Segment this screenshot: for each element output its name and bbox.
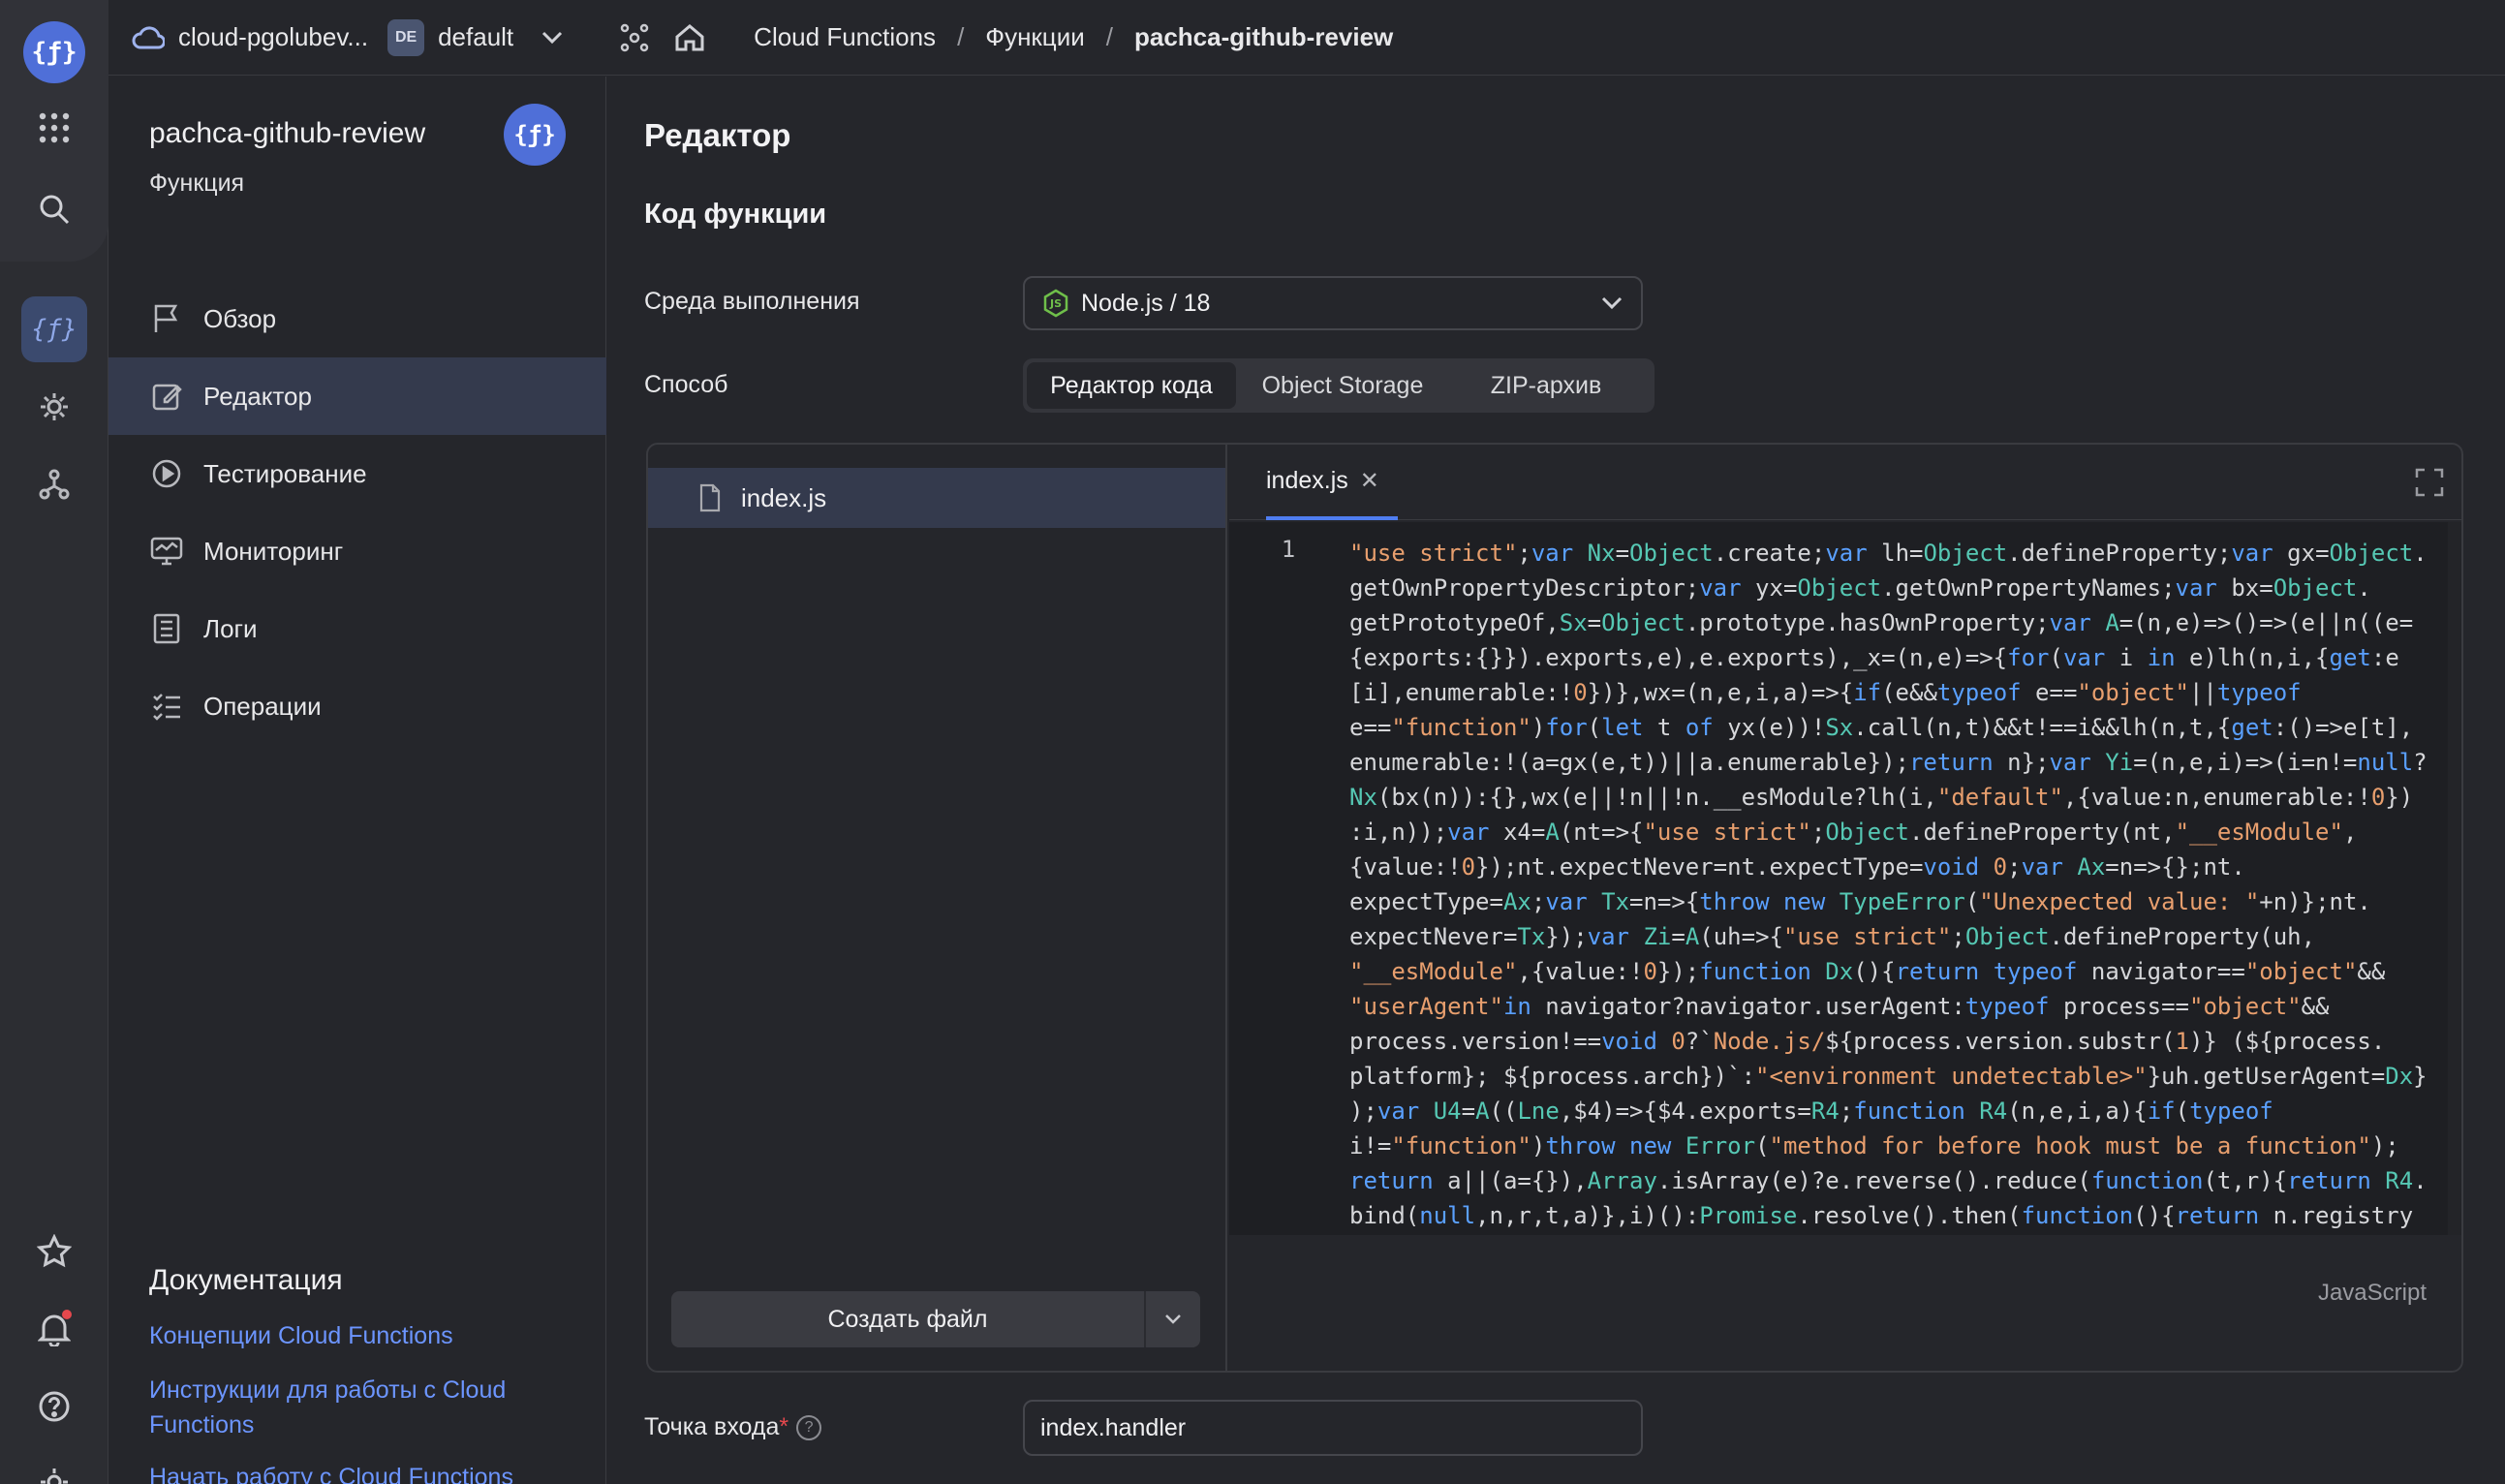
chevron-down-icon — [1165, 1314, 1181, 1324]
breadcrumb-functions[interactable]: Функции — [985, 22, 1084, 52]
settings-icon[interactable] — [21, 1449, 87, 1484]
top-bar: cloud-pgolubev... DE default Cloud Funct… — [108, 0, 2505, 76]
section-title: Код функции — [644, 199, 827, 230]
function-subtitle: Функция — [149, 170, 245, 197]
method-segmented-control: Редактор кода Object Storage ZIP-архив — [1023, 358, 1655, 413]
method-label: Способ — [644, 371, 728, 398]
chevron-down-icon — [542, 31, 563, 44]
star-icon[interactable] — [21, 1219, 87, 1284]
fullscreen-icon[interactable] — [2415, 468, 2444, 502]
cloud-selector[interactable]: cloud-pgolubev... — [132, 22, 368, 52]
docs-link-instructions[interactable]: Инструкции для работы с Cloud Functions — [149, 1373, 556, 1442]
code-pane: index.js ✕ 1 "use strict";var Nx=Object.… — [1229, 445, 2461, 1371]
entry-point-label-text: Точка входа — [644, 1413, 780, 1440]
sidebar-item-label: Тестирование — [203, 458, 367, 488]
svg-text:JS: JS — [1049, 297, 1062, 310]
close-icon[interactable]: ✕ — [1360, 467, 1379, 495]
docs-link-getting-started[interactable]: Начать работу с Cloud Functions — [149, 1460, 556, 1484]
sidebar-item-label: Обзор — [203, 303, 277, 333]
required-marker: * — [779, 1413, 789, 1440]
folder-badge: DE — [387, 18, 425, 56]
sidebar-item-overview[interactable]: Обзор — [108, 280, 606, 357]
bell-icon[interactable] — [21, 1296, 87, 1362]
code-editor[interactable]: 1 "use strict";var Nx=Object.create;var … — [1229, 522, 2461, 1235]
sidebar-item-editor[interactable]: Редактор — [108, 357, 606, 435]
file-tree-item[interactable]: index.js — [648, 468, 1225, 528]
create-file-dropdown[interactable] — [1146, 1291, 1200, 1347]
runtime-value: Node.js / 18 — [1081, 289, 1211, 317]
cloud-icon — [132, 25, 165, 48]
services-grid-icon[interactable] — [21, 95, 87, 161]
entry-point-label: Точка входа*? — [644, 1413, 822, 1441]
sidebar-item-testing[interactable]: Тестирование — [108, 435, 606, 512]
logs-icon — [149, 611, 184, 646]
sidebar: pachca-github-review Функция {ƒ} Обзор Р… — [108, 77, 606, 1484]
method-object-storage-button[interactable]: Object Storage — [1236, 362, 1449, 409]
runtime-select[interactable]: JS Node.js / 18 — [1023, 276, 1643, 330]
method-code-editor-button[interactable]: Редактор кода — [1027, 362, 1236, 409]
language-indicator: JavaScript — [2317, 1280, 2427, 1306]
app-rail: {ƒ} {ƒ} — [0, 0, 108, 1484]
editor-tab-index-js[interactable]: index.js ✕ — [1266, 445, 1398, 520]
notification-dot — [62, 1310, 72, 1319]
main-content: Редактор Код функции Среда выполнения JS… — [607, 77, 2505, 1484]
breadcrumb-separator: / — [1105, 22, 1113, 51]
search-icon[interactable] — [21, 176, 87, 242]
functions-logo-icon[interactable]: {ƒ} — [23, 21, 85, 83]
sidebar-item-monitoring[interactable]: Мониторинг — [108, 512, 606, 590]
create-file-button-group: Создать файл — [671, 1291, 1200, 1347]
docs-title: Документация — [149, 1264, 343, 1296]
help-icon[interactable]: ? — [796, 1415, 822, 1441]
entry-point-input[interactable]: index.handler — [1023, 1400, 1643, 1456]
monitor-icon — [149, 534, 184, 569]
file-tree: index.js Создать файл — [648, 445, 1227, 1371]
breadcrumb-separator: / — [957, 22, 965, 51]
line-number: 1 — [1281, 536, 1296, 563]
settings-gear-icon[interactable] — [21, 374, 87, 440]
chevron-down-icon — [1601, 296, 1623, 310]
create-file-button[interactable]: Создать файл — [671, 1291, 1146, 1347]
functions-icon[interactable]: {ƒ} — [21, 296, 87, 362]
breadcrumb-cloud-functions[interactable]: Cloud Functions — [754, 22, 936, 52]
folder-selector[interactable]: DE default — [387, 18, 564, 56]
runtime-label: Среда выполнения — [644, 288, 860, 315]
home-icon[interactable] — [674, 23, 705, 52]
file-icon — [699, 483, 721, 512]
method-zip-button[interactable]: ZIP-архив — [1449, 362, 1643, 409]
code-scrollbar[interactable] — [2448, 522, 2461, 1235]
cloud-name: cloud-pgolubev... — [178, 22, 369, 51]
sidebar-item-label: Операции — [203, 691, 322, 721]
sidebar-item-logs[interactable]: Логи — [108, 590, 606, 667]
docs-link-concepts[interactable]: Концепции Cloud Functions — [149, 1318, 556, 1353]
play-icon — [149, 456, 184, 491]
network-icon[interactable] — [21, 451, 87, 517]
tab-label: index.js — [1266, 466, 1348, 494]
operations-icon — [149, 689, 184, 724]
breadcrumb-current: pachca-github-review — [1133, 22, 1394, 51]
function-badge-icon: {ƒ} — [504, 104, 566, 166]
help-icon[interactable] — [21, 1374, 87, 1439]
sidebar-item-label: Мониторинг — [203, 536, 344, 566]
sidebar-item-operations[interactable]: Операции — [108, 667, 606, 745]
resource-map-icon[interactable] — [620, 23, 649, 52]
nodejs-icon: JS — [1043, 289, 1068, 318]
code-content[interactable]: "use strict";var Nx=Object.create;var lh… — [1349, 536, 2444, 1235]
file-name: index.js — [741, 482, 827, 512]
sidebar-item-label: Редактор — [203, 381, 312, 411]
code-editor-panel: index.js Создать файл index.js ✕ 1 "use … — [646, 443, 2463, 1373]
edit-icon — [149, 379, 184, 414]
sidebar-item-label: Логи — [203, 613, 258, 643]
page-title: Редактор — [644, 117, 791, 153]
flag-icon — [149, 301, 184, 336]
function-title: pachca-github-review — [149, 117, 426, 149]
editor-tab-bar: index.js ✕ — [1229, 445, 2461, 520]
folder-name: default — [438, 22, 514, 51]
